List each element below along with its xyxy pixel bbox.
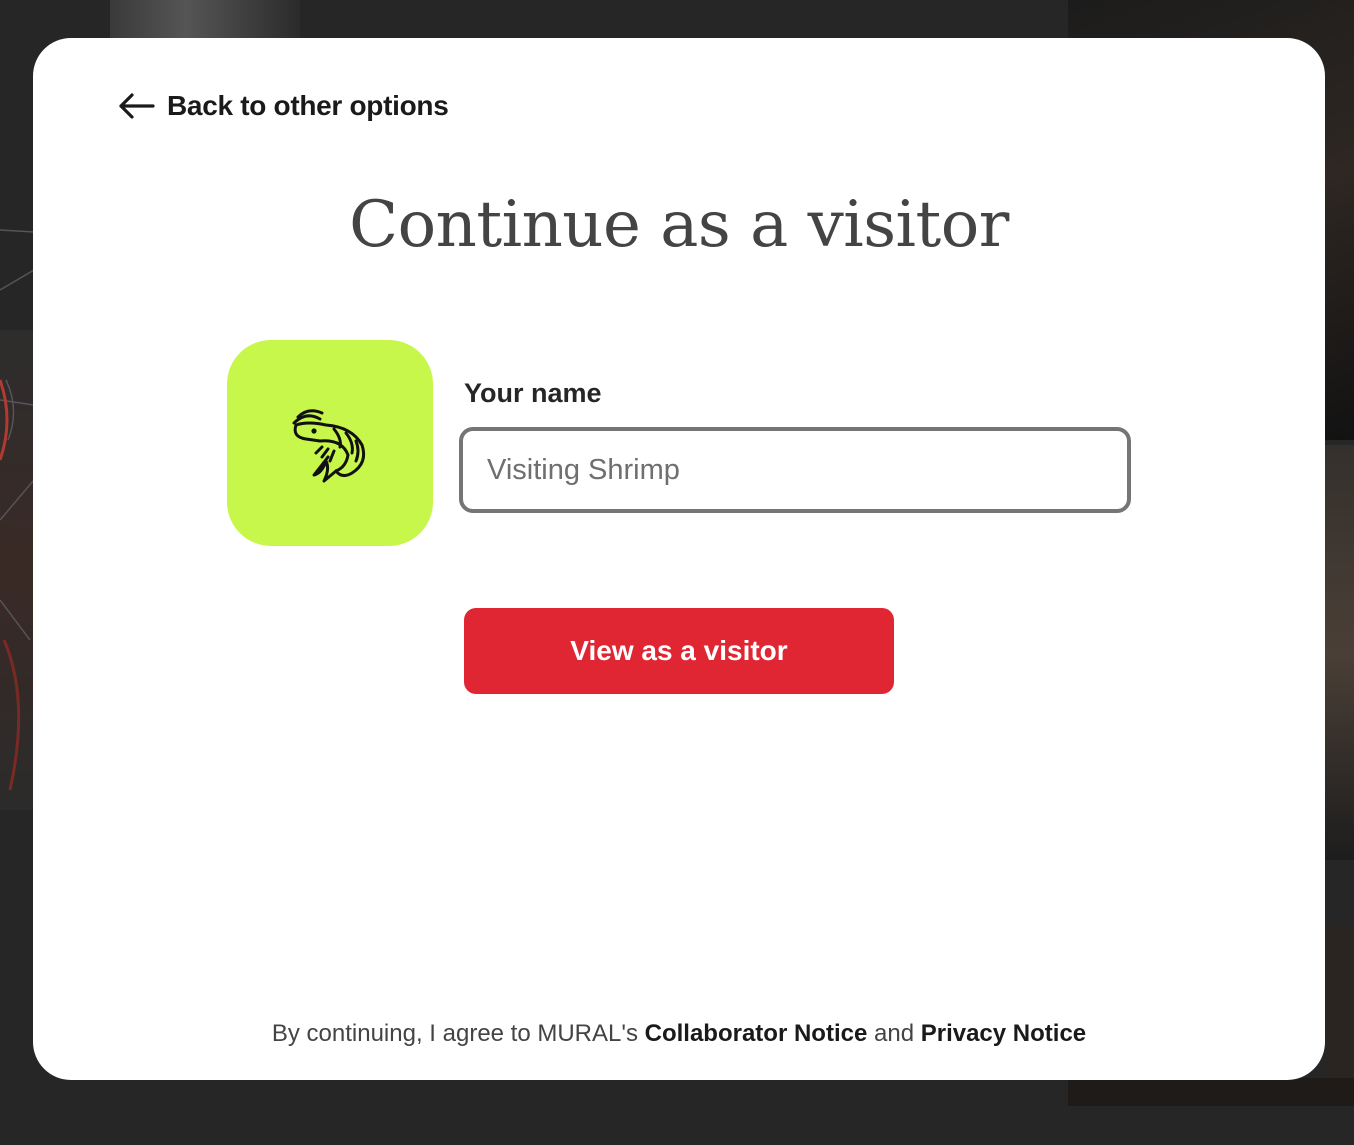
collaborator-notice-link[interactable]: Collaborator Notice	[645, 1020, 868, 1047]
background-drawing	[0, 229, 34, 791]
legal-notice: By continuing, I agree to MURAL's Collab…	[33, 1020, 1325, 1048]
name-field-label: Your name	[464, 378, 602, 408]
back-to-options-link[interactable]: Back to other options	[117, 90, 449, 122]
legal-connector: and	[874, 1020, 915, 1047]
back-link-label: Back to other options	[167, 90, 449, 121]
visitor-dialog: Back to other options Continue as a visi…	[33, 38, 1325, 1080]
dialog-title: Continue as a visitor	[349, 188, 1009, 262]
legal-prefix: By continuing, I agree to MURAL's	[271, 1020, 638, 1047]
shrimp-icon	[292, 409, 366, 483]
visitor-avatar	[227, 340, 433, 546]
background-image	[1325, 445, 1354, 860]
privacy-notice-link[interactable]: Privacy Notice	[921, 1020, 1086, 1047]
name-input[interactable]	[459, 427, 1131, 513]
arrow-left-icon	[119, 93, 155, 119]
background-image	[1068, 1078, 1354, 1106]
background-image	[110, 0, 300, 40]
view-as-visitor-button[interactable]: View as a visitor	[464, 608, 894, 694]
